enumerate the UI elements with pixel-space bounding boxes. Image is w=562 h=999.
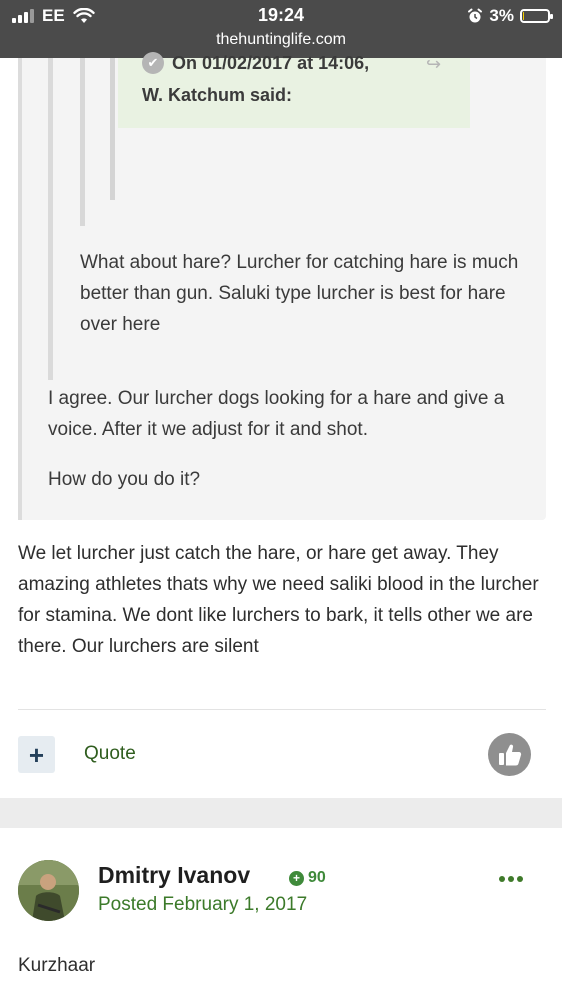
address-bar-url[interactable]: thehuntinglife.com bbox=[0, 31, 562, 49]
outer-quote-text: I agree. Our lurcher dogs looking for a … bbox=[48, 388, 505, 440]
battery-icon bbox=[520, 9, 553, 23]
quote-citation-date: On 01/02/2017 at 14:06, bbox=[172, 52, 370, 73]
plus-circle-icon: + bbox=[289, 870, 304, 886]
battery-level-fill bbox=[523, 12, 524, 20]
inner-quote-border bbox=[48, 58, 53, 380]
battery-percent: 3% bbox=[489, 6, 514, 25]
reputation-count: 90 bbox=[308, 869, 326, 886]
nested-quote-border bbox=[80, 58, 85, 226]
outer-quote-question: How do you do it? bbox=[48, 469, 201, 490]
post-divider bbox=[18, 709, 546, 710]
multiquote-add-button[interactable]: + bbox=[18, 736, 55, 773]
next-post-body-text: Kurzhaar bbox=[18, 955, 96, 976]
like-button[interactable] bbox=[488, 733, 531, 776]
reputation-badge: + 90 bbox=[289, 869, 326, 887]
avatar[interactable] bbox=[18, 860, 79, 921]
quote-citation-author: W. Katchum said: bbox=[142, 85, 293, 105]
quote-citation[interactable]: ✔ On 01/02/2017 at 14:06, bbox=[142, 52, 369, 74]
inner-quote-text: What about hare? Lurcher for catching ha… bbox=[80, 252, 519, 335]
thumbs-up-icon bbox=[498, 744, 521, 765]
post-date[interactable]: Posted February 1, 2017 bbox=[98, 894, 307, 916]
more-options-icon[interactable] bbox=[499, 876, 523, 882]
status-bar: EE 19:24 thehuntinglife.com 3% bbox=[0, 0, 562, 58]
avatar-photo bbox=[18, 860, 79, 921]
innermost-quote-border bbox=[110, 58, 115, 200]
author-name[interactable]: Dmitry Ivanov bbox=[98, 862, 250, 889]
quote-button[interactable]: Quote bbox=[84, 743, 136, 765]
alarm-icon bbox=[468, 8, 483, 23]
post-body-text: We let lurcher just catch the hare, or h… bbox=[18, 543, 539, 657]
battery-info: 3% bbox=[467, 6, 553, 26]
share-arrow-icon[interactable]: ↪ bbox=[426, 54, 441, 75]
post-separator bbox=[0, 798, 562, 828]
check-circle-icon: ✔ bbox=[142, 52, 164, 74]
